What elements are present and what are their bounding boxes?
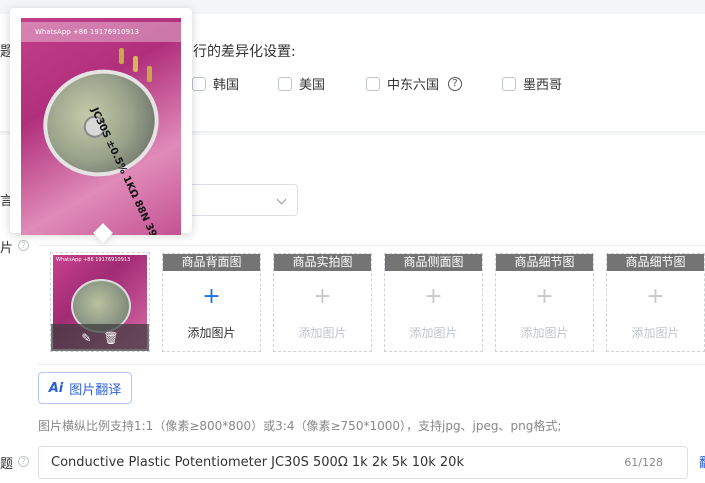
checkbox-mexico[interactable]: 墨西哥 [502,74,562,93]
watermark: WhatsApp +86 19176910913 [56,257,131,263]
slot-header: 商品背面图 [163,254,260,271]
checkbox-korea[interactable]: 韩国 [192,74,239,93]
terminal-pin [133,56,138,72]
checkbox-box[interactable] [192,76,206,91]
image-slot-back[interactable]: 商品背面图 + 添加图片 [162,253,261,352]
add-image-label: 添加图片 [409,326,458,340]
checkbox-label: 美国 [299,78,326,93]
add-image-label: 添加图片 [187,326,236,340]
pencil-icon[interactable]: ✎ [81,331,91,345]
plus-icon: + [535,284,554,309]
image-action-bar: ✎ 🗑 [51,324,149,351]
image-preview-popover: WhatsApp +86 19176910913 JC30S ±0.5% 1KΩ… [10,8,192,235]
checkbox-label: 韩国 [213,78,240,93]
checkbox-box[interactable] [366,76,380,91]
terminal-pin [119,48,124,64]
translate-button-label: 图片翻译 [69,382,122,398]
help-icon[interactable]: ? [18,456,29,467]
terminal-pin [147,66,152,82]
ai-icon: Ai [48,380,64,396]
add-image-label: 添加图片 [298,326,347,340]
product-title-input[interactable]: Conductive Plastic Potentiometer JC30S 5… [38,446,688,479]
image-slot-side[interactable]: 商品侧面图 + 添加图片 [384,253,483,352]
image-slot-detail-2[interactable]: 商品细节图 + 添加图片 [606,253,705,352]
checkbox-box[interactable] [278,76,292,91]
checkbox-label: 中东六国 [387,78,440,93]
char-counter: 61/128 [624,456,663,469]
chevron-down-icon [276,194,287,205]
preview-photo: WhatsApp +86 19176910913 JC30S ±0.5% 1KΩ… [21,18,181,235]
slot-header: 商品侧面图 [385,254,482,271]
images-label: 片 [0,241,14,256]
image-slot-detail-1[interactable]: 商品细节图 + 添加图片 [495,253,594,352]
checkbox-usa[interactable]: 美国 [278,74,325,93]
plus-icon: + [646,284,665,309]
title-label: 题 [0,457,14,472]
translate-link[interactable]: 翻 [699,452,705,471]
help-icon[interactable]: ? [18,240,29,251]
diff-settings-title: 行的差异化设置: [193,44,296,60]
watermark: WhatsApp +86 19176910913 [21,22,181,42]
slot-header: 商品实拍图 [274,254,371,271]
main-image-thumbnail[interactable]: WhatsApp +86 19176910913 ✎ 🗑 [50,252,150,352]
plus-icon: + [424,284,443,309]
checkbox-label: 墨西哥 [523,78,563,93]
image-slot-real-shot[interactable]: 商品实拍图 + 添加图片 [273,253,372,352]
add-image-label: 添加图片 [631,326,680,340]
plus-icon: + [202,284,221,309]
add-image-label: 添加图片 [520,326,569,340]
title-input-value[interactable]: Conductive Plastic Potentiometer JC30S 5… [51,455,464,470]
image-format-hint: 图片横纵比例支持1:1（像素≥800*800）或3:4（像素≥750*1000）… [38,419,562,433]
trash-icon[interactable]: 🗑 [103,331,118,345]
plus-icon: + [313,284,332,309]
slot-header: 商品细节图 [496,254,593,271]
checkbox-middle-east[interactable]: 中东六国 ? [366,74,463,93]
checkbox-box[interactable] [502,76,516,91]
image-translate-button[interactable]: Ai 图片翻译 [38,372,132,404]
slot-header: 商品细节图 [607,254,704,271]
help-icon[interactable]: ? [448,76,463,91]
language-select[interactable] [183,184,298,216]
